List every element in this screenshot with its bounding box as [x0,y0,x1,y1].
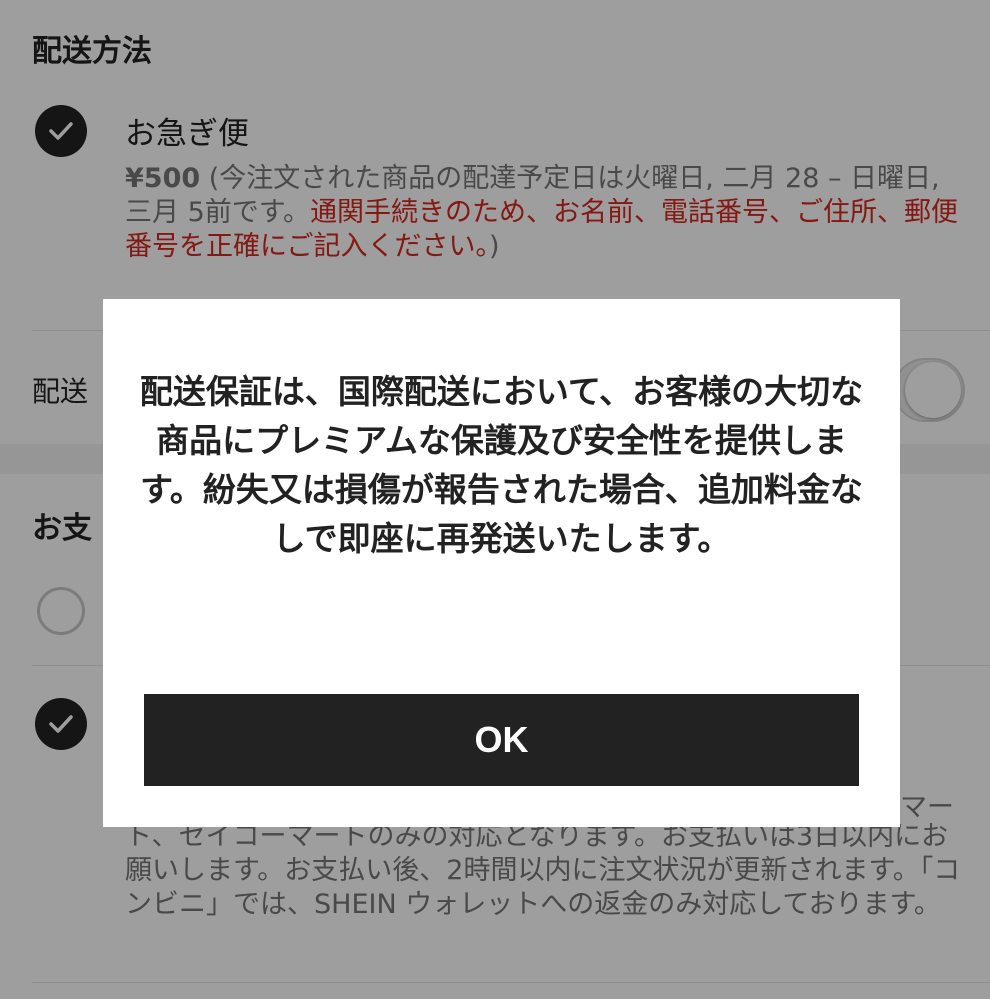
ok-button[interactable]: OK [144,694,859,786]
dialog-message: 配送保証は、国際配送において、お客様の大切な商品にプレミアムな保護及び安全性を提… [139,372,864,558]
shipping-guarantee-dialog: 配送保証は、国際配送において、お客様の大切な商品にプレミアムな保護及び安全性を提… [103,299,900,827]
